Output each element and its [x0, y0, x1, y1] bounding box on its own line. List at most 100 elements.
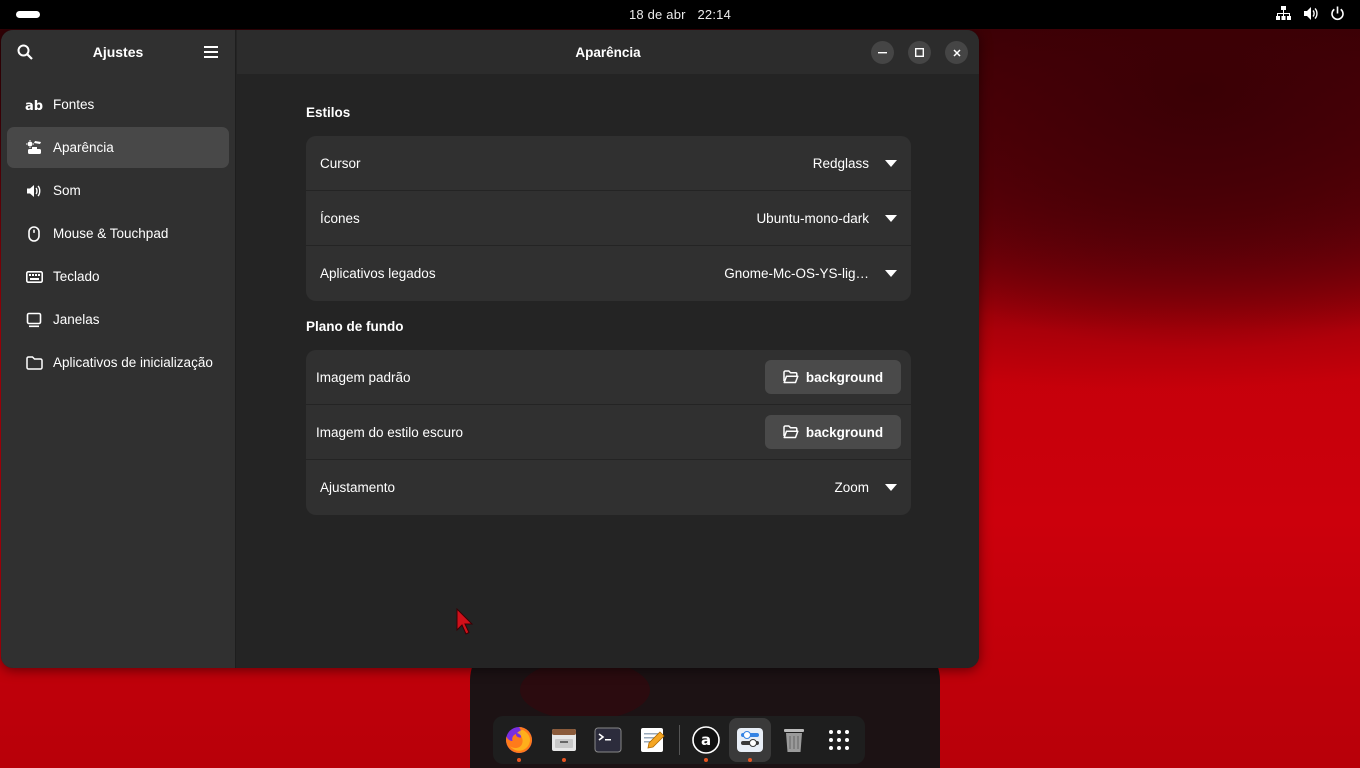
background-group: Imagem padrão background Imagem do estil…: [306, 350, 911, 515]
icons-row[interactable]: Ícones Ubuntu-mono-dark: [306, 191, 911, 246]
firefox-icon: [506, 727, 533, 753]
dropdown-value: Redglass: [812, 155, 869, 171]
sidebar-item-appearance[interactable]: Aparência: [7, 127, 229, 168]
adjustment-row[interactable]: Ajustamento Zoom: [306, 460, 911, 515]
row-label: Imagem padrão: [316, 369, 411, 385]
button-label: background: [805, 369, 884, 385]
folder-open-icon: [783, 370, 799, 384]
clock-time: 22:14: [697, 7, 732, 22]
row-label: Ícones: [320, 210, 360, 226]
text-editor-icon: [641, 728, 665, 752]
files-icon: [551, 729, 576, 751]
amazon-icon: a: [691, 726, 720, 754]
mouse-pointer-icon: [456, 608, 474, 635]
tweaks-window: Ajustes ab Fontes Aparência Som Mouse & …: [1, 30, 979, 668]
sound-icon: [25, 182, 43, 200]
dropdown-arrow-icon: [885, 159, 897, 167]
page-title: Aparência: [575, 44, 641, 60]
top-bar: 18 de abr 22:14: [0, 0, 1360, 29]
trash-icon: [784, 729, 805, 752]
fonts-icon: ab: [25, 96, 43, 114]
sidebar-item-label: Aplicativos de inicialização: [53, 355, 213, 370]
maximize-button[interactable]: [908, 41, 931, 64]
dock-trash[interactable]: [773, 718, 815, 762]
system-tray[interactable]: [1275, 5, 1346, 22]
sidebar-item-label: Aparência: [53, 140, 114, 155]
dock: a: [493, 716, 865, 764]
dock-firefox[interactable]: [498, 718, 540, 762]
dropdown-arrow-icon: [885, 270, 897, 277]
adjustment-dropdown[interactable]: Zoom: [834, 480, 897, 495]
main-menu-button[interactable]: [201, 42, 221, 62]
dock-amazon[interactable]: a: [684, 718, 726, 762]
sidebar-nav: ab Fontes Aparência Som Mouse & Touchpad…: [1, 74, 235, 383]
activities-button[interactable]: [16, 11, 40, 18]
dock-separator: [678, 725, 680, 755]
sidebar-item-windows[interactable]: Janelas: [7, 299, 229, 340]
clock[interactable]: 18 de abr 22:14: [625, 7, 735, 22]
minimize-button[interactable]: [871, 41, 894, 64]
dock-text-editor[interactable]: [631, 718, 673, 762]
dock-terminal[interactable]: [587, 718, 629, 762]
row-label: Imagem do estilo escuro: [316, 424, 464, 440]
sidebar-item-label: Som: [53, 183, 81, 198]
dark-image-row: Imagem do estilo escuro background: [306, 405, 911, 460]
dropdown-arrow-icon: [885, 214, 897, 222]
legacy-apps-dropdown[interactable]: Gnome-Mc-OS-YS-lig…: [724, 266, 897, 281]
folder-open-icon: [783, 425, 799, 439]
minimize-icon: [878, 52, 887, 54]
mouse-icon: [25, 225, 43, 243]
sidebar-item-mouse-touchpad[interactable]: Mouse & Touchpad: [7, 213, 229, 254]
row-label: Aplicativos legados: [320, 266, 436, 281]
dropdown-value: Zoom: [834, 480, 869, 495]
legacy-apps-row[interactable]: Aplicativos legados Gnome-Mc-OS-YS-lig…: [306, 246, 911, 301]
tweaks-icon: [737, 728, 764, 752]
app-grid-icon: [828, 730, 849, 750]
sidebar-item-label: Teclado: [53, 269, 100, 284]
appearance-icon: [25, 139, 43, 157]
search-icon: [17, 44, 33, 60]
section-title-background: Plano de fundo: [306, 319, 404, 334]
svg-text:ab: ab: [25, 99, 43, 112]
sidebar-title: Ajustes: [92, 44, 144, 60]
dock-files[interactable]: [542, 718, 584, 762]
dropdown-value: Ubuntu-mono-dark: [756, 210, 869, 226]
sidebar-header: Ajustes: [1, 30, 235, 74]
clock-date: 18 de abr: [628, 7, 686, 22]
maximize-icon: [915, 48, 924, 57]
network-icon[interactable]: [1275, 5, 1292, 22]
sidebar-item-label: Mouse & Touchpad: [53, 226, 169, 241]
sidebar: Ajustes ab Fontes Aparência Som Mouse & …: [1, 30, 236, 668]
default-image-row: Imagem padrão background: [306, 350, 911, 405]
default-image-button[interactable]: background: [765, 360, 901, 394]
sidebar-item-fonts[interactable]: ab Fontes: [7, 84, 229, 125]
volume-icon[interactable]: [1302, 5, 1319, 22]
close-button[interactable]: [945, 41, 968, 64]
window-icon: [25, 311, 43, 329]
row-label: Cursor: [320, 155, 361, 171]
dropdown-value: Gnome-Mc-OS-YS-lig…: [724, 266, 869, 281]
dock-tweaks[interactable]: [728, 718, 772, 762]
dark-image-button[interactable]: background: [765, 415, 901, 449]
hamburger-icon: [203, 46, 218, 58]
sidebar-item-keyboard[interactable]: Teclado: [7, 256, 229, 297]
cursor-row[interactable]: Cursor Redglass: [306, 136, 911, 191]
keyboard-icon: [25, 268, 43, 286]
search-button[interactable]: [15, 42, 35, 62]
power-icon[interactable]: [1329, 5, 1346, 22]
cursor-dropdown[interactable]: Redglass: [813, 156, 897, 171]
sidebar-item-startup-apps[interactable]: Aplicativos de inicialização: [7, 342, 229, 383]
section-title-styles: Estilos: [306, 105, 351, 120]
styles-group: Cursor Redglass Ícones Ubuntu-mono-dark …: [306, 136, 911, 301]
svg-text:a: a: [701, 731, 711, 749]
sidebar-item-sound[interactable]: Som: [7, 170, 229, 211]
sidebar-item-label: Janelas: [53, 312, 100, 327]
dock-app-grid[interactable]: [818, 718, 860, 762]
dropdown-arrow-icon: [885, 484, 897, 491]
folder-icon: [25, 354, 43, 372]
icons-dropdown[interactable]: Ubuntu-mono-dark: [756, 211, 897, 226]
close-icon: [952, 48, 961, 57]
button-label: background: [805, 424, 884, 440]
main-panel: Aparência Estilos Cursor Redglass Ícones: [237, 30, 979, 668]
sidebar-item-label: Fontes: [53, 97, 95, 112]
